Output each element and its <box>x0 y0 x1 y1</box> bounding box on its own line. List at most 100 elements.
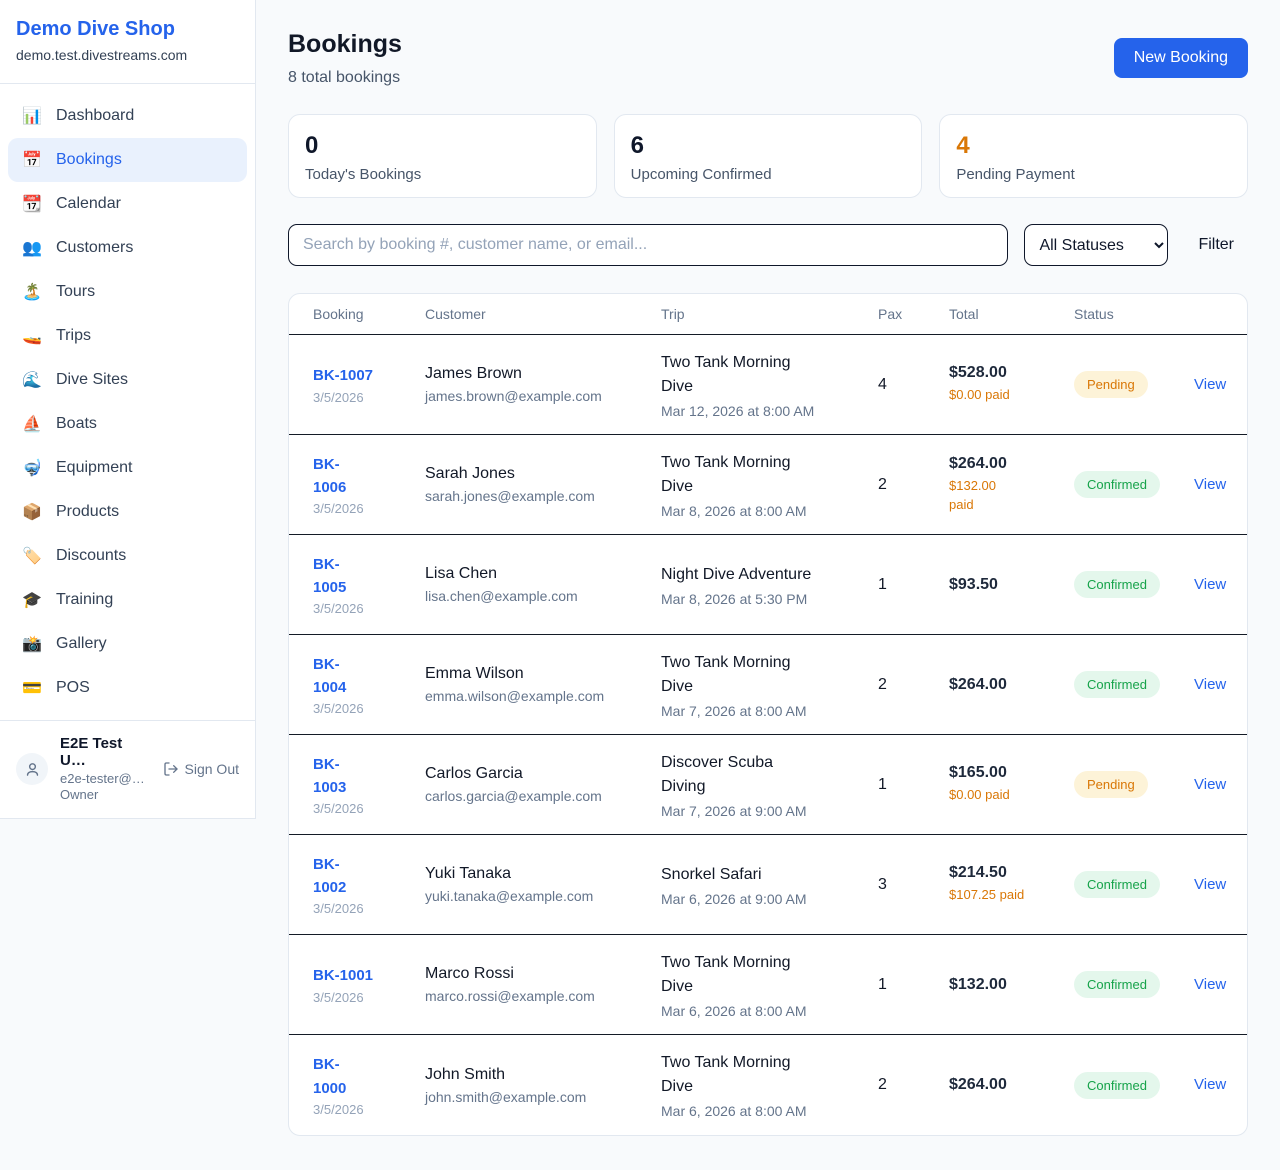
status-badge: Pending <box>1074 371 1148 398</box>
customer-name: Yuki Tanaka <box>425 865 649 883</box>
total-amount: $165.00 <box>949 764 1062 782</box>
total-amount: $528.00 <box>949 364 1062 382</box>
sidebar-item-label: Tours <box>56 283 95 301</box>
booking-id-link[interactable]: BK- 1003 <box>313 753 346 800</box>
credit-card-icon: 💳 <box>22 678 42 698</box>
customer-email: james.brown@example.com <box>425 388 649 404</box>
view-link[interactable]: View <box>1194 776 1226 793</box>
table-row: BK- 1000 3/5/2026 John Smith john.smith@… <box>289 1035 1247 1135</box>
tag-icon: 🏷️ <box>22 546 42 566</box>
customer-email: emma.wilson@example.com <box>425 688 649 704</box>
view-link[interactable]: View <box>1194 976 1226 993</box>
paid-amount: $107.25 paid <box>949 886 1062 905</box>
booking-id-link[interactable]: BK-1001 <box>313 964 373 987</box>
stat-value: 6 <box>631 132 906 160</box>
sidebar-item-label: Products <box>56 503 119 521</box>
status-badge: Confirmed <box>1074 471 1160 498</box>
search-input[interactable] <box>288 224 1008 266</box>
user-box: E2E Test U… e2e-tester@… Owner Sign Out <box>0 720 255 818</box>
sidebar-item-label: Trips <box>56 327 91 345</box>
total-amount: $93.50 <box>949 576 1062 594</box>
trip-name: Two Tank Morning Dive <box>661 951 866 999</box>
sidebar-item-pos[interactable]: 💳 POS <box>8 666 247 710</box>
graduation-cap-icon: 🎓 <box>22 590 42 610</box>
sidebar-item-label: Calendar <box>56 195 121 213</box>
column-header-status: Status <box>1074 306 1194 322</box>
trip-datetime: Mar 6, 2026 at 9:00 AM <box>661 891 866 907</box>
trip-name: Two Tank Morning Dive <box>661 1051 866 1099</box>
trip-name: Night Dive Adventure <box>661 563 866 587</box>
sidebar-item-trips[interactable]: 🚤 Trips <box>8 314 247 358</box>
stat-card: 4 Pending Payment <box>939 114 1248 198</box>
status-badge: Confirmed <box>1074 971 1160 998</box>
stat-card: 0 Today's Bookings <box>288 114 597 198</box>
booking-id-link[interactable]: BK- 1006 <box>313 453 346 500</box>
booking-date: 3/5/2026 <box>313 390 413 405</box>
table-row: BK- 1002 3/5/2026 Yuki Tanaka yuki.tanak… <box>289 835 1247 935</box>
table-row: BK- 1004 3/5/2026 Emma Wilson emma.wilso… <box>289 635 1247 735</box>
table-row: BK- 1006 3/5/2026 Sarah Jones sarah.jone… <box>289 435 1247 535</box>
sidebar-item-dashboard[interactable]: 📊 Dashboard <box>8 94 247 138</box>
booking-id-link[interactable]: BK- 1005 <box>313 553 346 600</box>
customer-name: Marco Rossi <box>425 965 649 983</box>
user-email: e2e-tester@… <box>60 771 151 787</box>
customer-email: yuki.tanaka@example.com <box>425 888 649 904</box>
customer-email: marco.rossi@example.com <box>425 988 649 1004</box>
sidebar-item-boats[interactable]: ⛵ Boats <box>8 402 247 446</box>
camera-icon: 📸 <box>22 634 42 654</box>
paid-amount: $132.00 paid <box>949 477 1062 515</box>
stats-row: 0 Today's Bookings 6 Upcoming Confirmed … <box>288 114 1248 198</box>
booking-id-link[interactable]: BK- 1000 <box>313 1053 346 1100</box>
sidebar-item-training[interactable]: 🎓 Training <box>8 578 247 622</box>
sidebar-item-products[interactable]: 📦 Products <box>8 490 247 534</box>
sidebar-item-gallery[interactable]: 📸 Gallery <box>8 622 247 666</box>
status-select[interactable]: All Statuses <box>1024 224 1168 266</box>
booking-id-link[interactable]: BK- 1004 <box>313 653 346 700</box>
sidebar-item-customers[interactable]: 👥 Customers <box>8 226 247 270</box>
sidebar-item-calendar[interactable]: 📆 Calendar <box>8 182 247 226</box>
sidebar-item-discounts[interactable]: 🏷️ Discounts <box>8 534 247 578</box>
sidebar-nav: 📊 Dashboard 📅 Bookings 📆 Calendar 👥 Cust… <box>0 84 255 720</box>
view-link[interactable]: View <box>1194 476 1226 493</box>
view-link[interactable]: View <box>1194 676 1226 693</box>
diving-mask-icon: 🤿 <box>22 458 42 478</box>
view-link[interactable]: View <box>1194 576 1226 593</box>
sidebar-item-dive-sites[interactable]: 🌊 Dive Sites <box>8 358 247 402</box>
pax-count: 3 <box>878 876 949 894</box>
booking-date: 3/5/2026 <box>313 901 413 916</box>
sign-out-button[interactable]: Sign Out <box>163 761 239 777</box>
sidebar-item-label: Equipment <box>56 459 133 477</box>
total-amount: $214.50 <box>949 864 1062 882</box>
sidebar-item-bookings[interactable]: 📅 Bookings <box>8 138 247 182</box>
sidebar-item-label: Dashboard <box>56 107 134 125</box>
table-header-row: Booking Customer Trip Pax Total Status <box>289 294 1247 335</box>
package-icon: 📦 <box>22 502 42 522</box>
customer-name: Lisa Chen <box>425 565 649 583</box>
table-row: BK- 1003 3/5/2026 Carlos Garcia carlos.g… <box>289 735 1247 835</box>
sidebar: Demo Dive Shop demo.test.divestreams.com… <box>0 0 256 819</box>
view-link[interactable]: View <box>1194 1076 1226 1093</box>
booking-id-link[interactable]: BK- 1002 <box>313 853 346 900</box>
trip-name: Two Tank Morning Dive <box>661 651 866 699</box>
pax-count: 2 <box>878 476 949 494</box>
booking-id-link[interactable]: BK-1007 <box>313 364 373 387</box>
trip-datetime: Mar 7, 2026 at 9:00 AM <box>661 803 866 819</box>
sidebar-item-equipment[interactable]: 🤿 Equipment <box>8 446 247 490</box>
table-row: BK-1007 3/5/2026 James Brown james.brown… <box>289 335 1247 435</box>
view-link[interactable]: View <box>1194 376 1226 393</box>
stat-label: Pending Payment <box>956 166 1231 183</box>
filter-button[interactable]: Filter <box>1184 236 1248 254</box>
view-link[interactable]: View <box>1194 876 1226 893</box>
trip-name: Discover Scuba Diving <box>661 751 866 799</box>
page-header: Bookings 8 total bookings New Booking <box>288 30 1248 87</box>
pax-count: 4 <box>878 376 949 394</box>
table-row: BK-1001 3/5/2026 Marco Rossi marco.rossi… <box>289 935 1247 1035</box>
trip-datetime: Mar 8, 2026 at 5:30 PM <box>661 591 866 607</box>
sailboat-icon: ⛵ <box>22 414 42 434</box>
stat-value: 0 <box>305 132 580 160</box>
trip-datetime: Mar 7, 2026 at 8:00 AM <box>661 703 866 719</box>
customer-email: john.smith@example.com <box>425 1089 649 1105</box>
sidebar-item-tours[interactable]: 🏝️ Tours <box>8 270 247 314</box>
column-header-pax: Pax <box>878 306 949 322</box>
new-booking-button[interactable]: New Booking <box>1114 38 1248 78</box>
